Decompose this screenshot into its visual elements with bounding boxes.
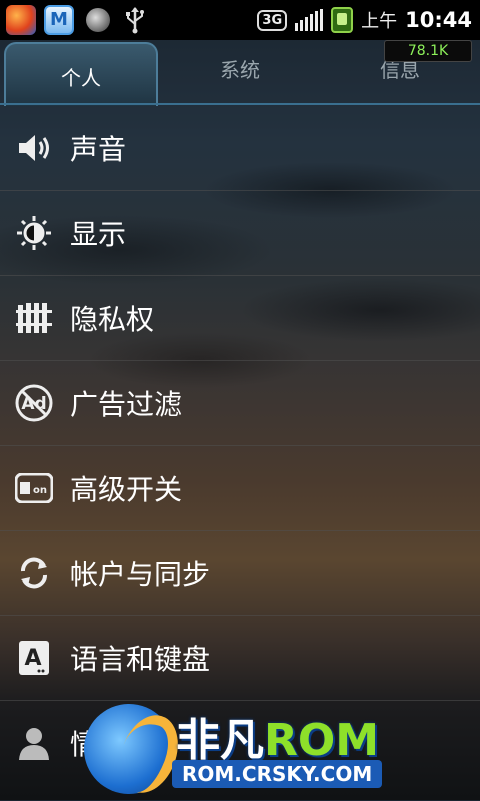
network-type-badge: 3G (257, 9, 288, 31)
watermark-title-a: 非凡 (176, 715, 264, 766)
settings-item-display[interactable]: 显示 (0, 191, 480, 276)
settings-item-label: 广告过滤 (70, 388, 183, 421)
sync-icon (14, 553, 54, 593)
settings-item-ad-filter[interactable]: Ad 广告过滤 (0, 361, 480, 446)
network-speed-indicator: 78.1K (384, 40, 472, 62)
settings-item-advanced-switches[interactable]: on 高级开关 (0, 446, 480, 531)
svg-text:on: on (33, 485, 47, 496)
watermark: 非凡ROM ROM.CRSKY.COM (84, 700, 400, 800)
settings-item-label: 显示 (70, 218, 127, 251)
app-notification-icon[interactable] (6, 5, 36, 35)
tab-underline (0, 103, 480, 105)
fence-icon (14, 298, 54, 338)
toggle-on-icon: on (14, 468, 54, 508)
keyboard-a-icon: A (14, 638, 54, 678)
person-icon (14, 723, 54, 763)
clock-time: 10:44 (405, 8, 472, 32)
tab-personal-label: 个人 (61, 66, 101, 90)
settings-item-accounts-sync[interactable]: 帐户与同步 (0, 531, 480, 616)
brightness-icon (14, 213, 54, 253)
settings-list: 声音 显示 隐私权 Ad 广告过滤 on 高级开关 帐户与同步 A 语言和键盘 (0, 106, 480, 785)
media-notification-icon[interactable] (86, 8, 110, 32)
settings-item-sound[interactable]: 声音 (0, 106, 480, 191)
watermark-url: ROM.CRSKY.COM (172, 760, 383, 788)
signal-strength-icon (295, 9, 324, 31)
tab-system[interactable]: 系统 (160, 54, 320, 83)
clock-ampm: 上午 (361, 11, 398, 32)
settings-item-label: 语言和键盘 (70, 643, 211, 676)
speaker-icon (14, 128, 54, 168)
status-bar: M 3G 上午 10:44 (0, 0, 480, 40)
settings-item-label: 高级开关 (70, 473, 183, 506)
watermark-title-b: ROM (264, 715, 380, 766)
m-app-notification-icon[interactable]: M (44, 5, 74, 35)
settings-item-language-keyboard[interactable]: A 语言和键盘 (0, 616, 480, 701)
ad-block-icon: Ad (14, 383, 54, 423)
usb-icon (124, 6, 146, 38)
settings-item-label: 隐私权 (70, 303, 155, 336)
tab-personal[interactable]: 个人 (4, 42, 158, 106)
settings-item-privacy[interactable]: 隐私权 (0, 276, 480, 361)
watermark-title: 非凡ROM (176, 704, 379, 768)
settings-item-label: 声音 (70, 133, 127, 166)
watermark-logo-icon (84, 704, 174, 794)
svg-text:A: A (24, 646, 41, 671)
settings-item-label: 帐户与同步 (70, 558, 211, 591)
battery-icon (331, 7, 354, 33)
